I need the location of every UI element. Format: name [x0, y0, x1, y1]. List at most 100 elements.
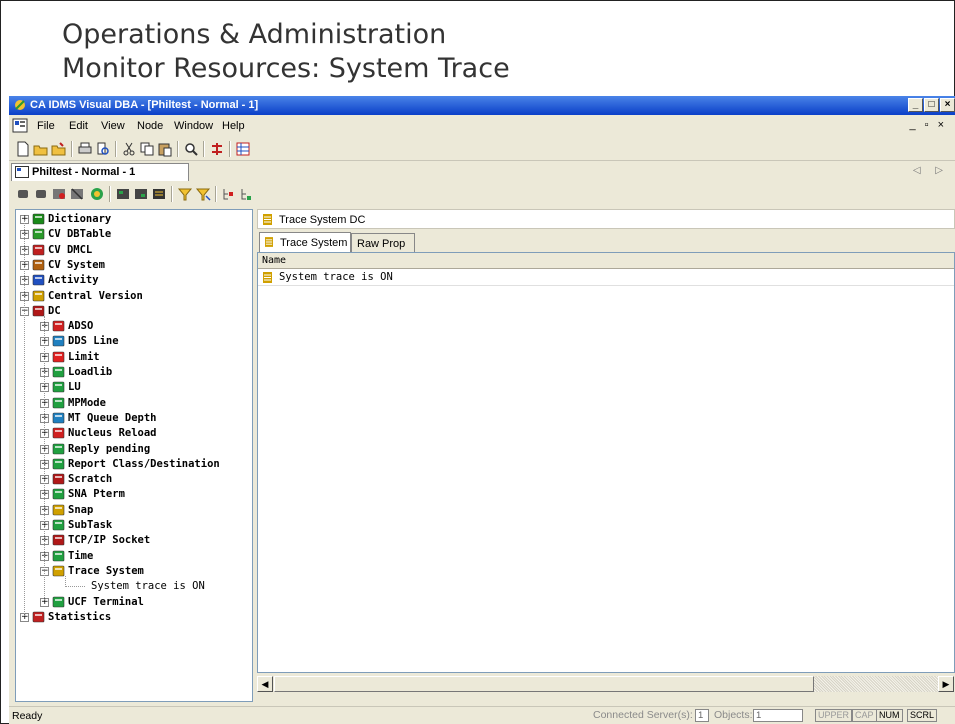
menu-window[interactable]: Window	[174, 120, 213, 132]
print-preview-icon[interactable]	[95, 141, 111, 157]
tree-item[interactable]: + SNA Pterm	[16, 487, 252, 502]
list-icon[interactable]	[151, 186, 167, 202]
tree-item[interactable]: + Activity	[16, 273, 252, 288]
stop-icon[interactable]	[15, 186, 31, 202]
column-header-name[interactable]: Name	[258, 253, 954, 269]
copy-icon[interactable]	[139, 141, 155, 157]
tree-expand-icon[interactable]	[239, 186, 255, 202]
tree-item[interactable]: + MT Queue Depth	[16, 411, 252, 426]
tab-trace-system[interactable]: Trace System	[259, 232, 351, 252]
close-button[interactable]: ×	[940, 98, 955, 112]
tree-item[interactable]: + Limit	[16, 350, 252, 365]
disconnect-icon[interactable]	[69, 186, 85, 202]
tree-icon[interactable]	[221, 186, 237, 202]
network-icon[interactable]	[209, 141, 225, 157]
tree-item[interactable]: + MPMode	[16, 396, 252, 411]
tree-item-label: DC	[48, 304, 61, 317]
dds-line-icon	[52, 336, 65, 347]
pause-icon[interactable]	[33, 186, 49, 202]
tree-item[interactable]: System trace is ON	[16, 579, 252, 594]
document-icon	[15, 166, 29, 178]
tree-item[interactable]: + Snap	[16, 503, 252, 518]
menu-file[interactable]: File	[37, 120, 55, 132]
tree-item[interactable]: + Central Version	[16, 289, 252, 304]
menu-view[interactable]: View	[101, 120, 125, 132]
mdi-child-controls[interactable]: _ ▫ ×	[909, 119, 947, 131]
resource-tree[interactable]: + Dictionary + CV DBTable + CV DMCL + CV System…	[15, 209, 253, 702]
minimize-button[interactable]: _	[908, 98, 923, 112]
menu-node[interactable]: Node	[137, 120, 163, 132]
menu-help[interactable]: Help	[222, 120, 245, 132]
cut-icon[interactable]	[121, 141, 137, 157]
tree-item[interactable]: + Scratch	[16, 472, 252, 487]
tree-item[interactable]: − Trace System	[16, 564, 252, 579]
scroll-right-button[interactable]: ▶	[938, 676, 954, 692]
dictionary-icon	[32, 213, 45, 225]
tree-item[interactable]: + Report Class/Destination	[16, 457, 252, 472]
time-icon	[52, 550, 65, 561]
window-title: CA IDMS Visual DBA - [Philtest - Normal …	[30, 99, 259, 111]
list-item[interactable]: System trace is ON	[258, 270, 954, 286]
detail-title-bar: Trace System DC	[257, 209, 955, 229]
statistics-icon	[32, 611, 45, 623]
scroll-track[interactable]	[814, 676, 938, 692]
tree-item[interactable]: + Dictionary	[16, 212, 252, 227]
tree-item[interactable]: + CV DBTable	[16, 227, 252, 242]
mpmode-icon	[52, 397, 65, 408]
tree-item[interactable]: + Time	[16, 549, 252, 564]
tab-raw-prop[interactable]: Raw Prop	[351, 233, 415, 252]
filter-clear-icon[interactable]	[195, 186, 211, 202]
list-item-label: System trace is ON	[279, 271, 393, 283]
tree-item[interactable]: + Reply pending	[16, 442, 252, 457]
sna-icon	[52, 489, 65, 500]
tree-item[interactable]: + ADSO	[16, 319, 252, 334]
tree-item-label: Loadlib	[68, 366, 113, 378]
tree-item-label: CV System	[48, 258, 105, 271]
tree-item[interactable]: + CV DMCL	[16, 243, 252, 258]
indicator-cap: CAP	[852, 709, 877, 722]
window-titlebar[interactable]: CA IDMS Visual DBA - [Philtest - Normal …	[9, 96, 955, 115]
tree-item[interactable]: + Loadlib	[16, 365, 252, 380]
mdi-system-menu-icon[interactable]	[12, 118, 28, 133]
refresh-icon[interactable]	[89, 186, 105, 202]
horizontal-scrollbar[interactable]: ◀ ▶	[257, 676, 955, 693]
tree-item[interactable]: + DDS Line	[16, 334, 252, 349]
vary-icon[interactable]	[133, 186, 149, 202]
document-tabs: Philtest - Normal - 1 ◁ ▷	[9, 161, 955, 182]
open-icon[interactable]	[33, 141, 49, 157]
filter-icon[interactable]	[177, 186, 193, 202]
tree-item[interactable]: + Nucleus Reload	[16, 426, 252, 441]
print-icon[interactable]	[77, 141, 93, 157]
grid-icon[interactable]	[235, 141, 251, 157]
maximize-button[interactable]: □	[924, 98, 939, 112]
find-icon[interactable]	[183, 141, 199, 157]
scroll-thumb[interactable]	[274, 676, 814, 692]
objects-count: 1	[753, 709, 803, 722]
connected-servers-count: 1	[695, 709, 709, 722]
tree-item-label: Report Class/Destination	[68, 457, 220, 470]
tree-item[interactable]: + CV System	[16, 258, 252, 273]
tree-item[interactable]: + Statistics	[16, 610, 252, 625]
tree-item[interactable]: − DC	[16, 304, 252, 319]
open-folder-icon[interactable]	[51, 141, 67, 157]
detail-list[interactable]: Name System trace is ON	[257, 252, 955, 673]
tree-item-label: ADSO	[68, 320, 94, 333]
tree-item[interactable]: + SubTask	[16, 518, 252, 533]
paste-icon[interactable]	[157, 141, 173, 157]
tree-item-label: Scratch	[68, 473, 113, 486]
snap-icon	[52, 504, 65, 515]
scroll-left-button[interactable]: ◀	[257, 676, 273, 692]
display-icon[interactable]	[115, 186, 131, 202]
connect-icon[interactable]	[51, 186, 67, 202]
new-icon[interactable]	[15, 141, 31, 157]
tree-item-label: Trace System	[68, 564, 144, 577]
central-version-icon	[32, 290, 45, 301]
tab-philtest[interactable]: Philtest - Normal - 1	[11, 163, 189, 181]
reply-icon	[52, 443, 65, 454]
tab-scroll-arrows[interactable]: ◁ ▷	[913, 165, 949, 176]
tab-trace-system-label: Trace System	[280, 237, 348, 249]
menu-edit[interactable]: Edit	[69, 120, 88, 132]
tree-item[interactable]: + LU	[16, 380, 252, 395]
tree-item[interactable]: + TCP/IP Socket	[16, 533, 252, 548]
tree-item[interactable]: + UCF Terminal	[16, 595, 252, 610]
